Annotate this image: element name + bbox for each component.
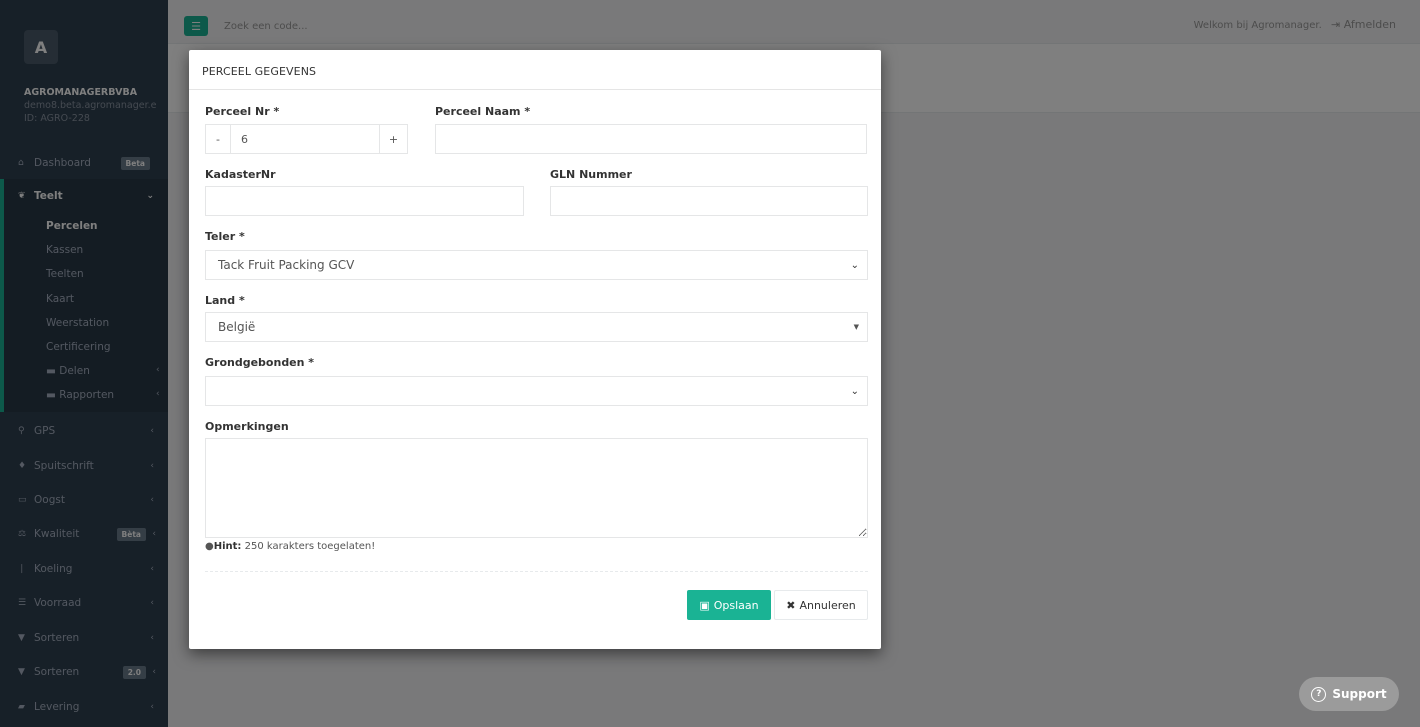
grondgebonden-label: Grondgebonden * bbox=[205, 356, 315, 369]
save-icon: ▣ bbox=[699, 598, 710, 612]
chevron-down-icon: ⌄ bbox=[850, 259, 859, 271]
perceel-nr-label: Perceel Nr * bbox=[205, 105, 280, 118]
gln-input[interactable] bbox=[550, 186, 868, 216]
caret-down-icon: ▼ bbox=[853, 323, 859, 331]
save-label: Opslaan bbox=[713, 598, 759, 612]
perceel-nr-input[interactable]: 6 bbox=[231, 125, 379, 153]
hint-message: 250 karakters toegelaten! bbox=[241, 541, 376, 552]
decrement-button[interactable]: - bbox=[206, 125, 231, 153]
cancel-label: Annuleren bbox=[799, 598, 856, 612]
save-button[interactable]: ▣ Opslaan bbox=[687, 590, 771, 620]
increment-button[interactable]: + bbox=[379, 125, 407, 153]
kadaster-input[interactable] bbox=[205, 186, 524, 216]
teler-selected-value: Tack Fruit Packing GCV bbox=[218, 258, 355, 272]
perceel-naam-input[interactable] bbox=[435, 124, 867, 154]
hint-text: ●Hint: 250 karakters toegelaten! bbox=[205, 541, 375, 552]
comment-icon: ● bbox=[205, 541, 214, 552]
opmerkingen-textarea[interactable] bbox=[205, 438, 868, 538]
modal-title: PERCEEL GEGEVENS bbox=[189, 50, 881, 90]
form-divider bbox=[205, 571, 868, 572]
question-icon: ? bbox=[1311, 686, 1327, 702]
cancel-button[interactable]: ✖ Annuleren bbox=[774, 590, 868, 620]
hint-label: Hint: bbox=[213, 541, 242, 552]
opmerkingen-label: Opmerkingen bbox=[205, 420, 289, 433]
grondgebonden-select[interactable]: ⌄ bbox=[205, 376, 868, 406]
gln-label: GLN Nummer bbox=[550, 168, 632, 181]
teler-select[interactable]: Tack Fruit Packing GCV ⌄ bbox=[205, 250, 868, 280]
close-icon: ✖ bbox=[786, 598, 796, 612]
teler-label: Teler * bbox=[205, 230, 245, 243]
chevron-down-icon: ⌄ bbox=[850, 385, 859, 397]
perceel-nr-stepper: - 6 + bbox=[205, 124, 408, 154]
land-select[interactable]: België ▼ bbox=[205, 312, 868, 342]
kadaster-label: KadasterNr bbox=[205, 168, 276, 181]
support-button[interactable]: ? Support bbox=[1299, 677, 1399, 711]
perceel-naam-label: Perceel Naam * bbox=[435, 105, 531, 118]
land-label: Land * bbox=[205, 294, 245, 307]
support-label: Support bbox=[1332, 687, 1387, 701]
perceel-modal: PERCEEL GEGEVENS Perceel Nr * - 6 + Perc… bbox=[189, 50, 881, 649]
land-selected-value: België bbox=[218, 320, 256, 334]
